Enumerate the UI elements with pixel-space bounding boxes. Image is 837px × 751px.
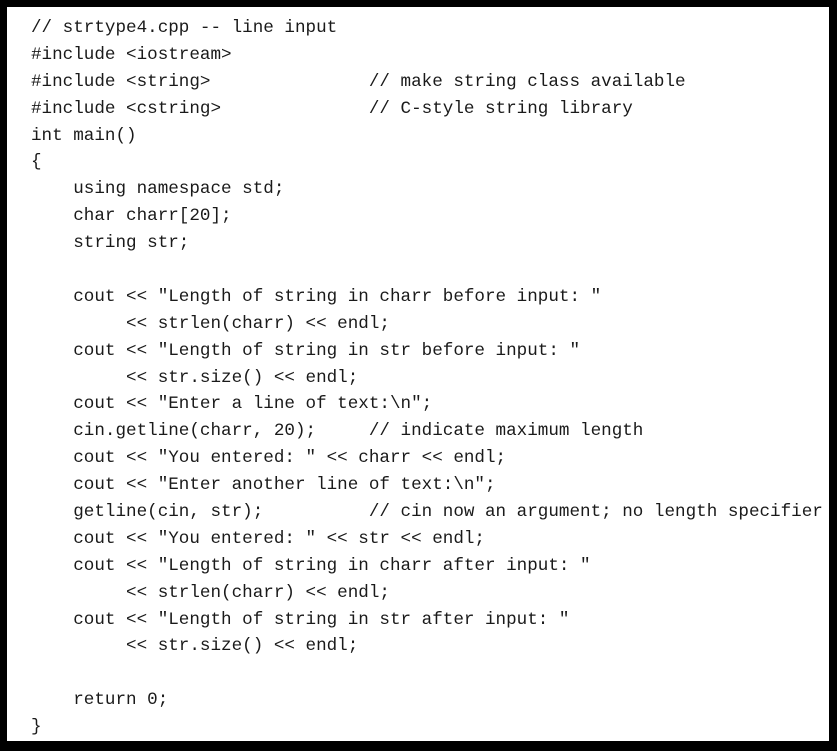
code-line: cout << "You entered: " << str << endl; bbox=[31, 528, 485, 549]
code-line: cout << "You entered: " << charr << endl… bbox=[31, 448, 507, 469]
code-line: return 0; bbox=[31, 690, 169, 711]
code-line: cout << "Length of string in str after i… bbox=[31, 609, 570, 630]
code-line: int main() bbox=[31, 125, 137, 146]
code-line: { bbox=[31, 152, 42, 173]
code-line: << strlen(charr) << endl; bbox=[31, 582, 390, 603]
code-line: string str; bbox=[31, 233, 190, 254]
code-line: } bbox=[31, 717, 42, 738]
code-line: cout << "Enter another line of text:\n"; bbox=[31, 475, 496, 496]
code-line: << str.size() << endl; bbox=[31, 636, 359, 657]
code-line: #include <cstring> // C-style string lib… bbox=[31, 98, 633, 119]
code-listing: // strtype4.cpp -- line input #include <i… bbox=[31, 15, 823, 741]
code-line: using namespace std; bbox=[31, 179, 285, 200]
code-line: cout << "Length of string in charr after… bbox=[31, 555, 591, 576]
code-line: cout << "Length of string in charr befor… bbox=[31, 286, 602, 307]
code-line: #include <string> // make string class a… bbox=[31, 71, 686, 92]
code-line: << str.size() << endl; bbox=[31, 367, 359, 388]
code-line: cout << "Length of string in str before … bbox=[31, 340, 581, 361]
code-line: #include <iostream> bbox=[31, 44, 232, 65]
code-listing-panel: // strtype4.cpp -- line input #include <i… bbox=[7, 7, 829, 741]
code-line: getline(cin, str); // cin now an argumen… bbox=[31, 502, 823, 523]
code-line: // strtype4.cpp -- line input bbox=[31, 18, 338, 38]
code-line: char charr[20]; bbox=[31, 206, 232, 227]
code-line: << strlen(charr) << endl; bbox=[31, 313, 390, 334]
code-line: cin.getline(charr, 20); // indicate maxi… bbox=[31, 421, 644, 442]
code-line: cout << "Enter a line of text:\n"; bbox=[31, 394, 433, 415]
